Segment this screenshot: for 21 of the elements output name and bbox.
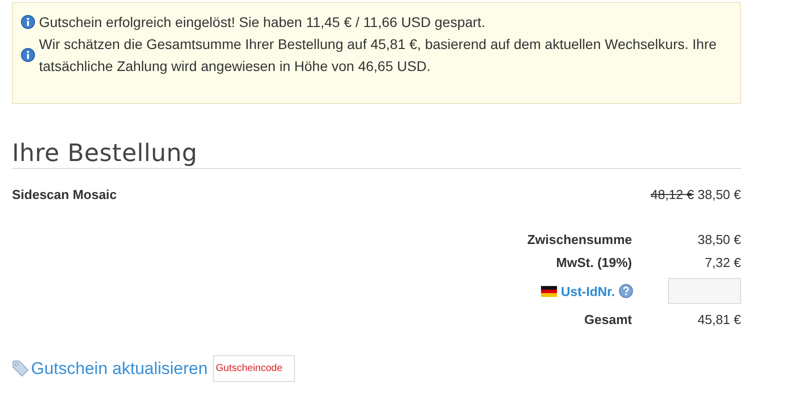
product-name: Sidescan Mosaic [12,187,117,202]
old-price: 48,12 € [650,187,694,202]
german-flag-icon [540,286,557,296]
notice-text: Gutschein erfolgreich eingelöst! Sie haben 11,45 € / 11,66 USD gespart. [39,13,486,32]
coupon-code-field[interactable]: Gutscheincode [212,355,295,382]
total-value: 38,50 € [696,232,741,247]
update-coupon-link[interactable]: Gutschein aktualisieren [31,358,208,378]
vat-id-link[interactable]: Ust-IdNr. [560,284,615,298]
vat-id-field[interactable] [668,278,741,304]
total-label: MwSt. (19%) [555,255,632,270]
total-label: Zwischensumme [526,232,632,247]
tag-icon [12,360,29,377]
section-heading: Ihre Bestellung [12,138,741,169]
help-icon[interactable] [619,284,633,298]
notice-text: Wir schätzen die Gesamtsumme Ihrer Bestellung auf 45,81 €, basierend auf dem aktuellen Wechselkurs. Ihre tatsächliche Zahlung wird angewiesen in Höhe von 46,65 USD. [39,35,718,76]
total-value: 7,32 € [704,255,741,270]
info-icon [21,48,35,62]
total-label: Gesamt [583,312,632,327]
info-icon [21,15,35,29]
total-value: 45,81 € [696,312,741,327]
product-price: 38,50 € [698,187,741,202]
